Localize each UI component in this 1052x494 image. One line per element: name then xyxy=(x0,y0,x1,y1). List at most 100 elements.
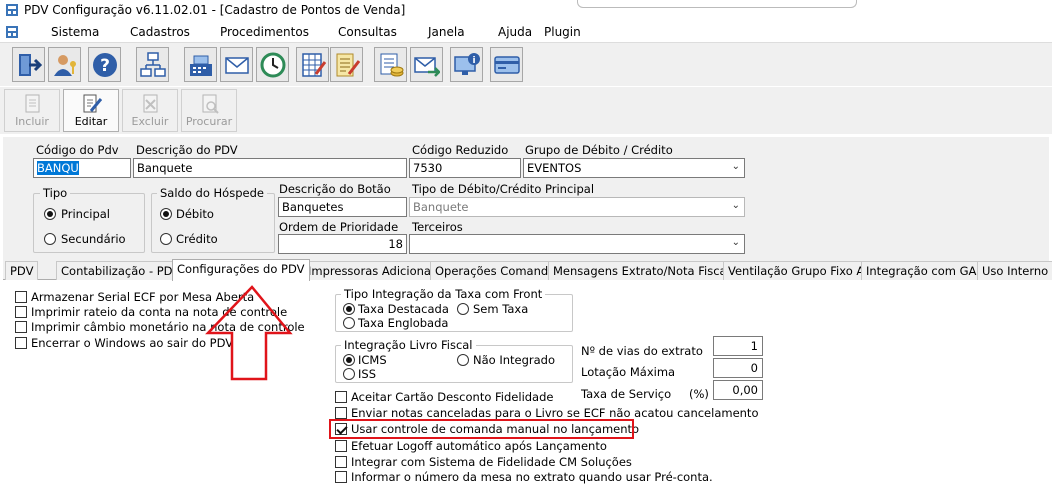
menu-consultas[interactable]: Consultas xyxy=(338,25,397,39)
spreadsheet-button[interactable] xyxy=(296,47,329,82)
tipo-title: Tipo xyxy=(40,186,71,200)
logoff-label: Efetuar Logoff automático após Lançament… xyxy=(351,439,607,453)
chevron-down-icon[interactable]: ⌄ xyxy=(732,237,740,248)
edit-document-icon xyxy=(83,94,102,113)
tab-panel-configuracoes: Armazenar Serial ECF por Mesa Aberta Imp… xyxy=(3,280,1049,494)
grupo-label: Grupo de Débito / Crédito xyxy=(525,143,673,157)
tab-configuracoes[interactable]: Configurações do PDV xyxy=(172,259,310,281)
svg-text:?: ? xyxy=(100,56,110,76)
help-button[interactable]: ? xyxy=(88,47,121,82)
lotacao-input[interactable]: 0 xyxy=(713,358,763,378)
codigo-reduzido-input[interactable]: 7530 xyxy=(409,158,521,178)
tab-integracao-gap[interactable]: Integração com GAP xyxy=(861,261,989,280)
menu-plugin[interactable]: Plugin xyxy=(544,25,581,39)
taxa-servico-input[interactable]: 0,00 xyxy=(713,380,763,400)
logoff-checkbox[interactable] xyxy=(335,440,347,452)
send-button[interactable] xyxy=(410,47,443,82)
grupo-value: EVENTOS xyxy=(527,161,582,175)
terceiros-label: Terceiros xyxy=(412,220,463,234)
taxa-servico-label: Taxa de Serviço xyxy=(581,387,672,401)
mail-button[interactable] xyxy=(220,47,253,82)
fidelidade-cm-checkbox[interactable] xyxy=(335,456,347,468)
menu-bar: Sistema Cadastros Procedimentos Consulta… xyxy=(0,22,1052,42)
descricao-botao-input[interactable]: Banquetes xyxy=(278,197,407,217)
tab-ventilacao[interactable]: Ventilação Grupo Fixo AB xyxy=(723,261,878,280)
enviar-notas-checkbox[interactable] xyxy=(335,407,347,419)
terceiros-select[interactable]: ⌄ xyxy=(409,234,745,254)
taxa-destacada-label: Taxa Destacada xyxy=(358,302,449,316)
iss-radio[interactable] xyxy=(343,368,355,380)
editar-button[interactable]: Editar xyxy=(63,89,119,132)
vias-extrato-input[interactable]: 1 xyxy=(713,336,763,356)
procurar-button[interactable]: Procurar xyxy=(181,89,237,132)
tipo-principal-radio[interactable] xyxy=(44,208,56,220)
taxa-integracao-title: Tipo Integração da Taxa com Front xyxy=(341,287,546,301)
cash-sheet-button[interactable] xyxy=(374,47,407,82)
tab-uso-interno[interactable]: Uso Interno xyxy=(977,261,1052,280)
icms-label: ICMS xyxy=(358,353,387,367)
tab-pdv[interactable]: PDV xyxy=(5,261,39,280)
delete-document-icon xyxy=(143,94,158,113)
grupo-select[interactable]: EVENTOS ⌄ xyxy=(523,158,745,178)
nao-integrado-radio[interactable] xyxy=(457,354,469,366)
icms-radio[interactable] xyxy=(343,354,355,366)
tab-mensagens[interactable]: Mensagens Extrato/Nota Fiscal xyxy=(548,261,735,280)
tab-impressoras[interactable]: Impressoras Adicionais xyxy=(303,261,446,280)
cash-sheet-icon xyxy=(380,53,404,77)
tab-operacoes-comanda[interactable]: Operações Comanda xyxy=(430,261,561,280)
structure-button[interactable] xyxy=(136,47,169,82)
menu-procedimentos[interactable]: Procedimentos xyxy=(220,25,309,39)
saldo-debito-radio[interactable] xyxy=(160,208,172,220)
app-icon xyxy=(6,4,18,16)
editar-label: Editar xyxy=(74,115,108,128)
mail-arrow-icon xyxy=(414,57,440,77)
chevron-down-icon[interactable]: ⌄ xyxy=(732,161,740,172)
descricao-pdv-input[interactable]: Banquete xyxy=(133,158,407,178)
tipo-debito-select[interactable]: Banquete ⌄ xyxy=(409,197,745,217)
mail-icon xyxy=(225,57,249,74)
menu-cadastros[interactable]: Cadastros xyxy=(130,25,190,39)
numero-mesa-checkbox[interactable] xyxy=(335,471,347,483)
highlight-box xyxy=(329,419,634,439)
new-document-icon xyxy=(25,94,40,113)
window-title: PDV Configuração v6.11.02.01 - [Cadastro… xyxy=(24,3,406,17)
title-bar: PDV Configuração v6.11.02.01 - [Cadastro… xyxy=(0,0,1052,22)
ordem-input[interactable]: 18 xyxy=(278,234,407,254)
user-button[interactable] xyxy=(48,47,81,82)
search-document-icon xyxy=(202,94,219,114)
chevron-down-icon[interactable]: ⌄ xyxy=(732,200,740,211)
sem-taxa-radio[interactable] xyxy=(457,303,469,315)
card-icon xyxy=(494,56,520,74)
taxa-englobada-radio[interactable] xyxy=(343,317,355,329)
taxa-servico-unit: (%) xyxy=(689,387,709,401)
tab-contabilizacao[interactable]: Contabilização - PDV xyxy=(56,261,186,280)
menu-ajuda[interactable]: Ajuda xyxy=(498,25,532,39)
taxa-destacada-radio[interactable] xyxy=(343,303,355,315)
monitor-info-button[interactable]: i xyxy=(450,47,483,82)
aceitar-cartao-checkbox[interactable] xyxy=(335,391,347,403)
pdv-header-form: Código do Pdv BANQU Descrição do PDV Ban… xyxy=(3,137,1049,259)
pdv-button[interactable] xyxy=(184,47,217,82)
excluir-button[interactable]: Excluir xyxy=(122,89,178,132)
tab-strip: PDV Contabilização - PDV Configurações d… xyxy=(3,259,1052,281)
card-button[interactable] xyxy=(490,47,523,82)
saldo-group: Saldo do Hóspede Débito Crédito xyxy=(151,186,275,253)
ordem-label: Ordem de Prioridade xyxy=(279,220,399,234)
exit-button[interactable] xyxy=(12,47,45,82)
enviar-notas-label: Enviar notas canceladas para o Livro se … xyxy=(351,406,759,420)
mdi-child-icon[interactable] xyxy=(5,25,19,39)
clock-icon xyxy=(260,52,286,78)
menu-janela[interactable]: Janela xyxy=(428,25,465,39)
codigo-pdv-input[interactable]: BANQU xyxy=(33,158,131,178)
report-pen-icon xyxy=(336,53,360,77)
tipo-secundario-radio[interactable] xyxy=(44,233,56,245)
spreadsheet-pen-icon xyxy=(302,53,326,77)
clock-button[interactable] xyxy=(256,47,289,82)
tipo-secundario-label: Secundário xyxy=(61,232,126,246)
procurar-label: Procurar xyxy=(185,115,233,128)
menu-sistema[interactable]: Sistema xyxy=(51,25,99,39)
aceitar-cartao-label: Aceitar Cartão Desconto Fidelidade xyxy=(351,390,554,404)
incluir-button[interactable]: Incluir xyxy=(4,89,60,132)
report-button[interactable] xyxy=(330,47,363,82)
saldo-credito-radio[interactable] xyxy=(160,233,172,245)
